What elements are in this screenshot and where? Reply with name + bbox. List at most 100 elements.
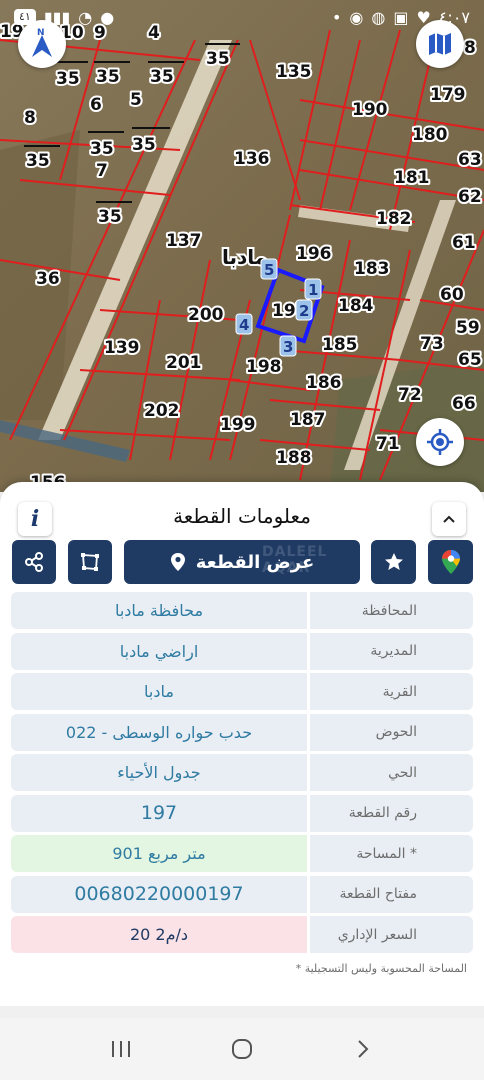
governorate-value: محافظة مادبا [11,592,307,629]
location-icon: ● [100,7,115,27]
action-toolbar: DALEEL AQAR عرض القطعة [0,540,484,586]
parcel-number: 62 [458,187,482,207]
neighborhood-value: جدول الأحياء [11,754,307,791]
parcel-number: 198 [246,357,282,377]
parcel-number: 35 [96,67,120,87]
parcel-number: 196 [296,244,332,264]
parcel-number: 35 [90,139,114,159]
parcel-number: 184 [338,296,374,316]
map-canvas[interactable]: 19 10 9 4 8 35 35 35 35 135 179 6 5 190 … [0,0,484,492]
parcel-number: 7 [96,161,108,181]
parcel-number: 66 [452,394,476,414]
parcel-number: 61 [452,233,476,253]
parcel-number: 35 [98,207,122,227]
panel-title: معلومات القطعة [173,504,311,528]
parcel-number: 190 [352,100,388,120]
parcel-number: 63 [458,150,482,170]
google-maps-button[interactable] [428,540,473,584]
village-label: القرية [310,673,473,710]
area-value: 901 متر مربع [11,835,307,872]
parcel-number: 72 [398,385,422,405]
info-row-parcel-key: 00680220000197 مفتاح القطعة [11,875,473,913]
parcel-number: 35 [26,151,50,171]
wifi-icon: ◔ [78,7,93,27]
basin-label: الحوض [310,713,473,751]
parcel-number: 71 [376,434,400,454]
parcel-number: 188 [276,448,312,468]
battery-indicator: ٤١ [14,9,36,25]
parcel-number: 65 [458,350,482,370]
home-button[interactable] [222,1029,262,1069]
collapse-button[interactable] [432,502,466,536]
info-row-parcel-number: 197 رقم القطعة [11,794,473,832]
recent-apps-button[interactable] [101,1029,141,1069]
parcel-number: 181 [394,168,430,188]
parcel-number: 182 [376,209,412,229]
vertex-label: 2 [299,302,309,320]
parcel-number-label: رقم القطعة [310,794,473,832]
basin-value: حدب حواره الوسطى - 022 [11,713,307,751]
vertex-label: 4 [239,316,249,334]
app-notification-icon: ◉ [349,7,364,27]
favorite-button[interactable] [371,540,416,584]
share-button[interactable] [12,540,56,584]
parcel-number: 139 [104,338,140,358]
chevron-up-icon [443,515,455,523]
parcel-number: 59 [456,318,480,338]
parcel-number: 60 [440,285,464,305]
parcel-number: 5 [130,90,142,110]
vertex-label: 3 [283,338,293,356]
parcel-number: 201 [166,353,202,373]
parcel-number: 187 [290,410,326,430]
parcel-number: 199 [220,415,256,435]
locate-icon [427,429,453,455]
parcel-number: 135 [276,62,312,82]
parcel-number: 6 [90,95,102,115]
parcel-number: 137 [166,231,202,251]
village-value: مادبا [11,673,307,710]
share-icon [25,552,43,572]
draw-polygon-button[interactable] [68,540,112,584]
parcel-number: 180 [412,125,448,145]
info-row-neighborhood: جدول الأحياء الحي [11,754,473,791]
vertex-label: 5 [264,261,274,279]
area-label: المساحة * [310,835,473,872]
neighborhood-label: الحي [310,754,473,791]
info-row-village: مادبا القرية [11,673,473,710]
parcel-number: 8 [464,38,476,58]
parcel-number: 35 [56,69,80,89]
status-bar: ٤١ ▮▮▮ ◔ ● • ◉ ◍ ▣ ♥ ٤:٠٧ [0,0,484,34]
google-maps-icon [441,550,460,574]
messenger-icon: ◍ [371,7,386,27]
admin-price-label: السعر الإداري [310,916,473,953]
region-label: مادبا [222,245,267,269]
star-icon [384,553,403,570]
map-view[interactable]: 19 10 9 4 8 35 35 35 35 135 179 6 5 190 … [0,0,484,492]
status-right: • ◉ ◍ ▣ ♥ ٤:٠٧ [332,8,470,27]
view-parcel-button[interactable]: DALEEL AQAR عرض القطعة [124,540,360,584]
info-row-governorate: محافظة مادبا المحافظة [11,592,473,629]
parcel-number: 35 [150,67,174,87]
parcel-number: 179 [430,85,466,105]
status-time: ٤:٠٧ [438,7,470,27]
watermark: DALEEL AQAR [262,544,328,576]
back-chevron-icon [358,1040,369,1058]
parcel-number: 35 [206,49,230,69]
home-icon [231,1039,252,1059]
info-row-basin: حدب حواره الوسطى - 022 الحوض [11,713,473,751]
heart-icon: ♥ [416,7,431,27]
system-navigation-bar [0,1018,484,1080]
info-row-admin-price: 20 د/م2 السعر الإداري [11,916,473,953]
info-row-directorate: اراضي مادبا المديرية [11,632,473,670]
parcel-number: 35 [132,135,156,155]
parcel-number: 136 [234,149,270,169]
gallery-icon: ▣ [393,7,409,27]
parcel-key-value: 00680220000197 [11,875,307,913]
back-button[interactable] [343,1029,383,1069]
notification-dot-icon: • [331,7,342,27]
locate-me-button[interactable] [416,418,464,466]
directorate-label: المديرية [310,632,473,670]
parcel-info-table: محافظة مادبا المحافظة اراضي مادبا المدير… [11,592,473,957]
recent-apps-icon [111,1041,130,1057]
area-footnote: * المساحة المحسوبة وليس التسجيلية [295,962,467,975]
